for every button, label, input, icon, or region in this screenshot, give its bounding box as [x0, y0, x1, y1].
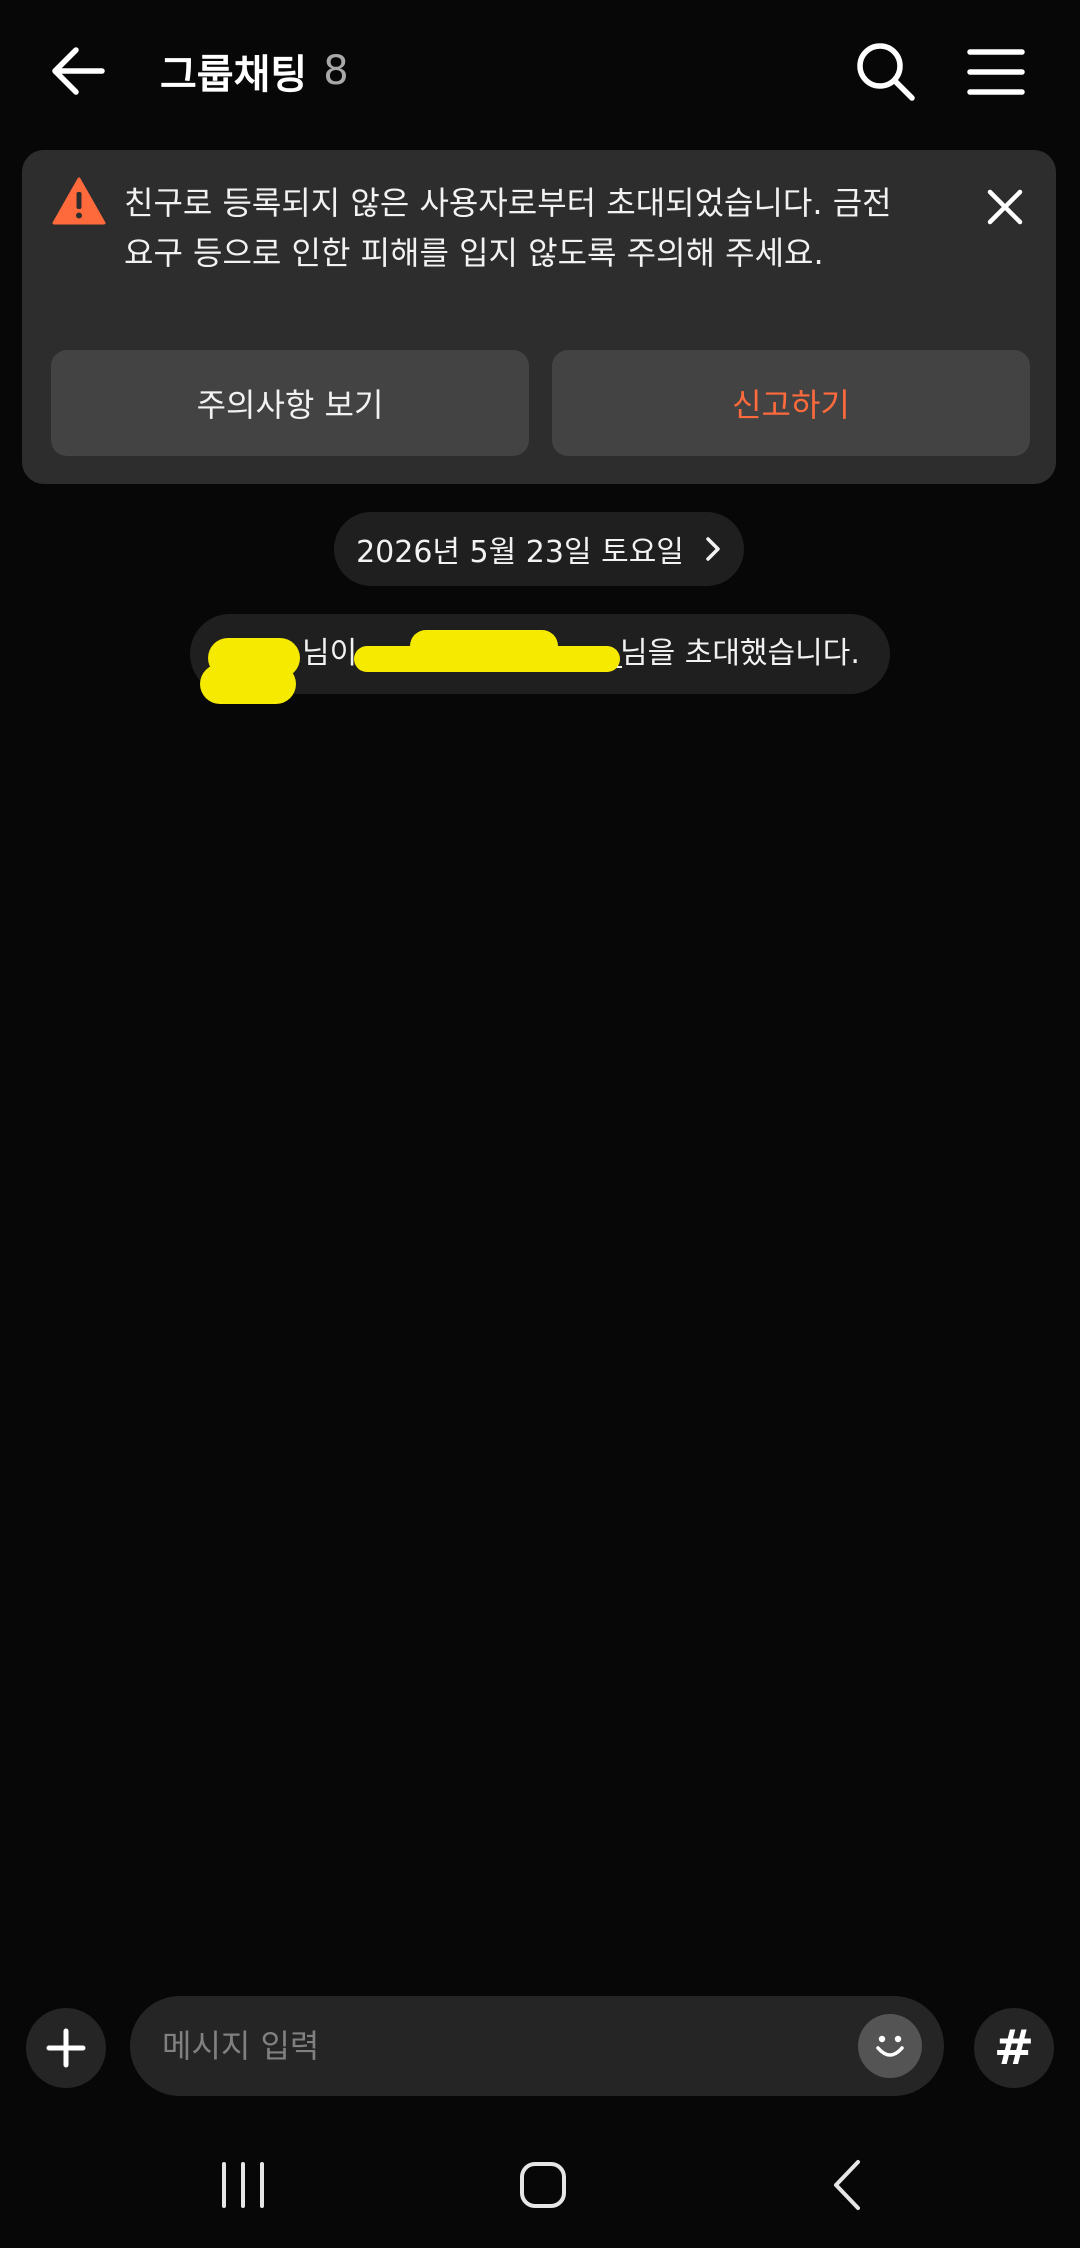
emoji-face-icon — [876, 2035, 904, 2057]
redaction-mark — [410, 630, 558, 662]
warning-message: 친구로 등록되지 않은 사용자로부터 초대되었습니다. 금전 요구 등으로 인한… — [124, 184, 892, 272]
hashtag-button[interactable]: # — [974, 2008, 1054, 2088]
date-label: 2026년 5월 23일 토요일 — [356, 535, 684, 570]
system-navigation-bar — [0, 2128, 1080, 2248]
hamburger-menu-icon[interactable] — [964, 40, 1028, 104]
arrow-left-icon[interactable] — [46, 38, 112, 104]
message-input-container — [130, 1996, 944, 2096]
attach-plus-button[interactable] — [26, 2008, 106, 2088]
chat-screen: 그룹채팅 8 친구로 등록되지 않은 사용자로부터 초대되었습니다. 금전 요구… — [0, 0, 1080, 2248]
chat-title: 그룹채팅 — [160, 52, 308, 98]
emoji-button[interactable] — [858, 2014, 922, 2078]
invitee-suffix: 님을 초대했습니다. — [620, 636, 860, 671]
system-invite-message: 님이 님을 초대했습니다. — [190, 614, 890, 704]
home-icon[interactable] — [508, 2152, 578, 2218]
search-icon[interactable] — [852, 38, 918, 104]
date-divider[interactable]: 2026년 5월 23일 토요일 — [334, 512, 744, 586]
top-app-bar: 그룹채팅 8 — [0, 0, 1080, 140]
member-count: 8 — [323, 48, 349, 94]
stranger-invite-warning: 친구로 등록되지 않은 사용자로부터 초대되었습니다. 금전 요구 등으로 인한… — [22, 150, 1056, 484]
plus-icon — [46, 2028, 86, 2068]
chevron-right-icon — [706, 537, 720, 561]
report-button[interactable]: 신고하기 — [552, 350, 1030, 456]
close-icon[interactable] — [982, 184, 1028, 230]
chat-title-group: 그룹채팅 8 — [160, 38, 349, 104]
view-precautions-button[interactable]: 주의사항 보기 — [51, 350, 529, 456]
message-input[interactable] — [162, 2018, 842, 2074]
redaction-mark — [200, 664, 296, 704]
recent-apps-icon[interactable] — [208, 2152, 278, 2218]
warning-triangle-icon — [52, 177, 106, 225]
back-nav-icon[interactable] — [812, 2152, 882, 2218]
inviter-suffix: 님이 — [302, 636, 358, 671]
